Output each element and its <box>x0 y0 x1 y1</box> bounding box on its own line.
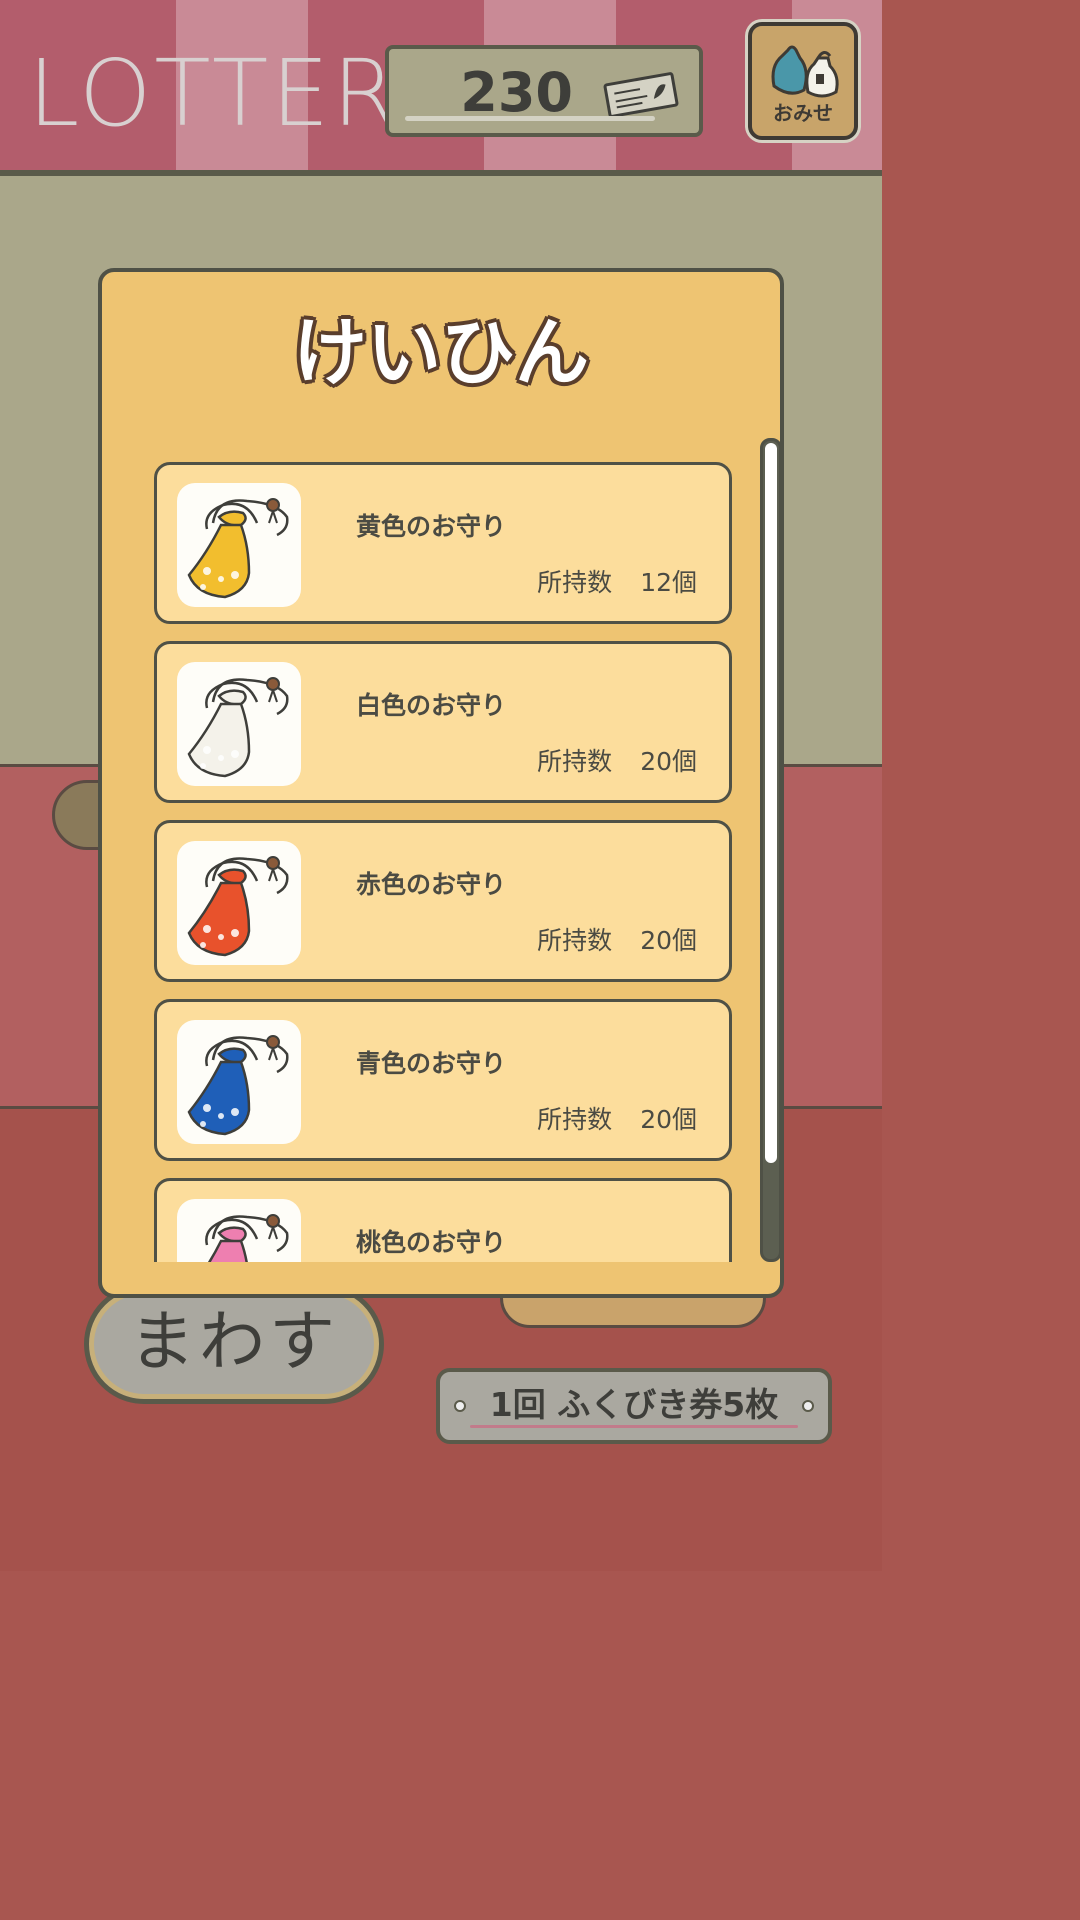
charm-thumbnail <box>177 483 301 607</box>
prize-item[interactable]: 桃色のお守り <box>154 1178 732 1262</box>
prize-item[interactable]: 白色のお守り 所持数 20個 <box>154 641 732 803</box>
prize-count: 所持数 12個 <box>537 568 697 597</box>
prize-list[interactable]: 黄色のお守り 所持数 12個 白色のお守り 所持数 20個 赤色のお守り 所持数 20… <box>154 462 734 1262</box>
cost-dot-right <box>802 1400 814 1412</box>
prize-name: 黄色のお守り <box>356 512 507 541</box>
spin-button[interactable]: まわす <box>84 1284 384 1404</box>
prize-name: 青色のお守り <box>356 1049 507 1078</box>
shop-button[interactable]: おみせ <box>748 22 858 140</box>
charm-thumbnail <box>177 841 301 965</box>
prize-name: 赤色のお守り <box>356 870 507 899</box>
spin-label: まわす <box>129 1303 339 1380</box>
ticket-counter: 230 <box>385 45 703 137</box>
pink-charm-icon <box>205 1214 289 1262</box>
charm-thumbnail <box>177 1199 301 1262</box>
charm-thumbnail <box>177 1020 301 1144</box>
red-charm-icon <box>187 856 289 957</box>
blue-charm-icon <box>187 1035 289 1136</box>
prize-count: 所持数 20個 <box>537 1105 697 1134</box>
prize-name: 白色のお守り <box>356 691 507 720</box>
prize-panel: けいひん 黄色のお守り 所持数 12個 白色のお守り 所持数 20個 赤色のお守り … <box>98 268 784 1298</box>
yellow-charm-icon <box>187 498 289 599</box>
ticket-underline <box>405 116 655 121</box>
ticket-count: 230 <box>460 61 573 124</box>
cost-dot-left <box>454 1400 466 1412</box>
cost-label: 1回 ふくびき券5枚 <box>489 1385 779 1424</box>
prize-item[interactable]: 黄色のお守り 所持数 12個 <box>154 462 732 624</box>
prize-count: 所持数 20個 <box>537 926 697 955</box>
shop-label: おみせ <box>773 101 833 125</box>
panel-title: けいひん <box>293 310 589 396</box>
cost-underline <box>470 1425 798 1428</box>
scrollbar-thumb[interactable] <box>765 443 777 1163</box>
prize-item[interactable]: 赤色のお守り 所持数 20個 <box>154 820 732 982</box>
cost-tag: 1回 ふくびき券5枚 <box>436 1368 832 1444</box>
scrollbar[interactable] <box>760 438 780 1262</box>
charm-thumbnail <box>177 662 301 786</box>
prize-count: 所持数 20個 <box>537 747 697 776</box>
white-charm-icon <box>187 677 289 778</box>
prize-item[interactable]: 青色のお守り 所持数 20個 <box>154 999 732 1161</box>
prize-name: 桃色のお守り <box>356 1228 507 1257</box>
